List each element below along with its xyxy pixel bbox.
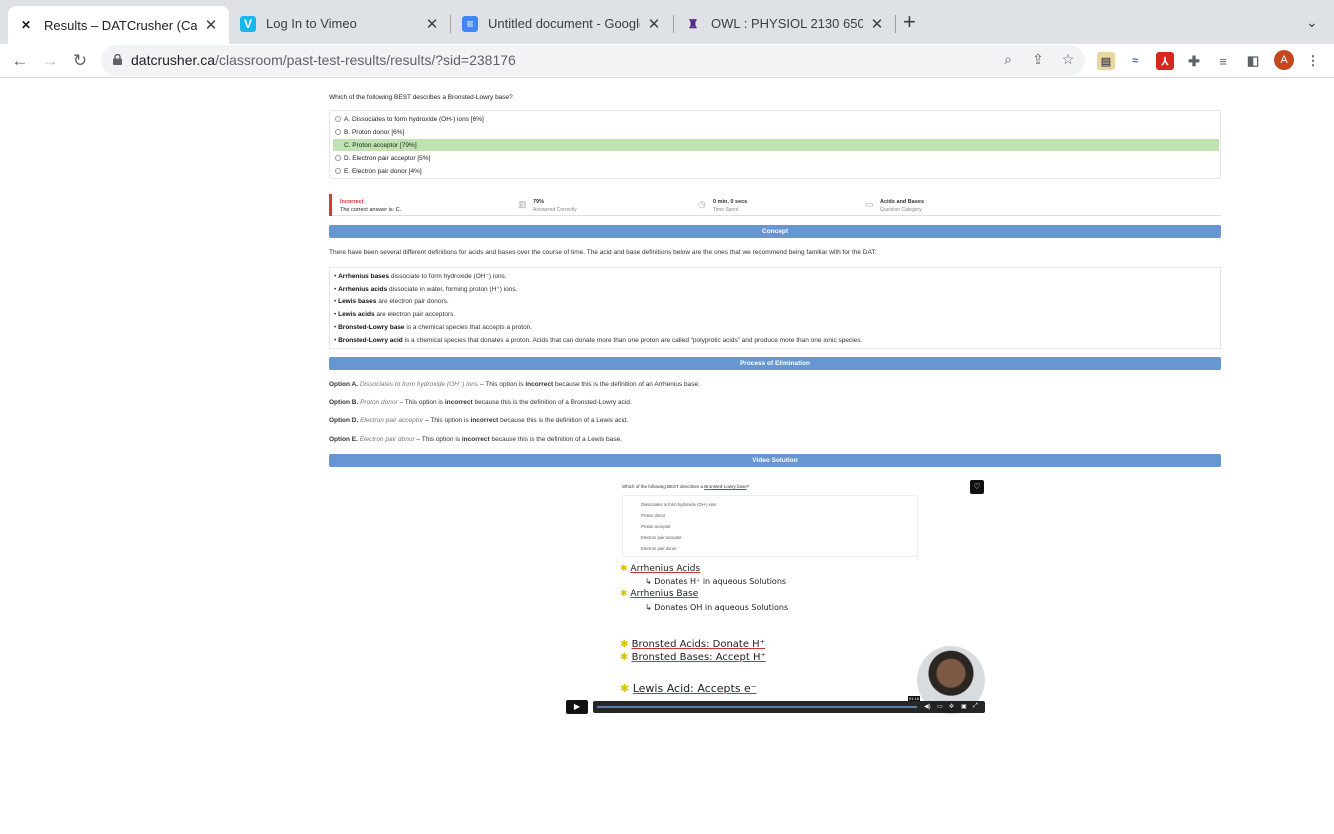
volume-icon[interactable]: ◀) <box>924 703 931 710</box>
datcrusher-icon: ✕ <box>20 18 32 32</box>
browser-toolbar: ← → ↻ datcrusher.ca/classroom/past-test-… <box>0 44 1334 78</box>
google-docs-icon: ≡ <box>462 15 478 32</box>
close-icon[interactable]: ✕ <box>203 16 219 34</box>
bar-chart-icon: ▥ <box>518 199 527 209</box>
video-controls: ▶ ◀) ▭ ✲ ▣ ⤢ <box>565 700 986 714</box>
choice-e[interactable]: E. Electron pair donor [4%] <box>333 165 1219 177</box>
extension-wave-icon[interactable]: ≈ <box>1126 52 1144 70</box>
url-text[interactable]: datcrusher.ca/classroom/past-test-result… <box>131 52 516 68</box>
close-icon[interactable]: ✕ <box>869 15 885 33</box>
elimination-option: Option A. Dissociates to form hydroxide … <box>329 381 700 388</box>
cast-icon[interactable]: ▭ <box>937 703 943 710</box>
reload-icon[interactable]: ↻ <box>68 49 92 73</box>
pip-icon[interactable]: ▣ <box>961 703 967 710</box>
calendar-icon: ▭ <box>865 199 874 209</box>
kebab-menu-icon[interactable]: ⋮ <box>1304 52 1322 70</box>
percent-stat: ▥ 79% Answered Correctly <box>518 199 577 213</box>
tab-separator <box>450 15 451 33</box>
handwritten-note: ↳ Donates OH in aqueous Solutions <box>645 603 789 612</box>
profile-avatar[interactable]: A <box>1274 50 1294 70</box>
video-option: Proton acceptor <box>641 524 671 529</box>
back-icon[interactable]: ← <box>8 49 32 73</box>
result-stats: Incorrect The correct answer is: C. ▥ 79% A… <box>329 194 1221 216</box>
radio-button[interactable] <box>335 129 341 135</box>
incorrect-indicator <box>329 194 332 216</box>
list-item: • Bronsted-Lowry base is a chemical spec… <box>334 324 533 331</box>
close-icon[interactable]: ✕ <box>424 15 440 33</box>
fullscreen-icon[interactable]: ⤢ <box>973 703 978 710</box>
side-panel-icon[interactable]: ◧ <box>1244 52 1262 70</box>
address-bar[interactable]: datcrusher.ca/classroom/past-test-result… <box>101 45 1085 76</box>
tab-separator <box>895 15 896 33</box>
concept-intro: There have been several different defini… <box>329 249 877 256</box>
forward-icon[interactable]: → <box>38 49 62 73</box>
list-item: • Arrhenius acids dissociate in water, f… <box>334 286 518 293</box>
tab-datcrusher[interactable]: ✕ Results – DATCrusher (Canadian ✕ <box>8 6 229 44</box>
share-icon[interactable]: ⇪ <box>1029 51 1047 68</box>
play-icon[interactable]: ▶ <box>566 700 588 714</box>
lock-icon <box>113 54 122 65</box>
list-item: • Lewis acids are electron pair acceptor… <box>334 311 456 318</box>
tab-google-docs[interactable]: ≡ Untitled document - Google Docs ✕ <box>452 7 672 40</box>
settings-gear-icon[interactable]: ✲ <box>949 703 954 710</box>
tab-owl[interactable]: ♜ OWL : PHYSIOL 2130 650 SU22 ✕ <box>675 7 895 40</box>
time-stat: ◷ 0 min, 0 secs Time Spent <box>698 199 748 213</box>
video-question: Which of the following BEST describes a … <box>622 484 750 489</box>
handwritten-note: ✱ Lewis Acid: Accepts e⁻ <box>620 682 757 695</box>
media-control-icon[interactable]: ≡ <box>1214 52 1232 70</box>
video-option: Electron pair donor <box>641 546 677 551</box>
video-option: Electron pair acceptor <box>641 535 682 540</box>
handwritten-note: ✱ Bronsted Bases: Accept H⁺ <box>620 652 766 663</box>
owl-icon: ♜ <box>687 16 699 31</box>
vimeo-icon: V <box>240 15 256 32</box>
elimination-option: Option B. Proton donor – This option is … <box>329 399 632 406</box>
bookmark-star-icon[interactable]: ☆ <box>1059 51 1077 68</box>
video-progress-fill <box>597 706 917 708</box>
tab-vimeo[interactable]: V Log In to Vimeo ✕ <box>230 7 450 40</box>
list-item: • Arrhenius bases dissociate to form hyd… <box>334 273 507 280</box>
radio-button[interactable] <box>335 116 341 122</box>
tab-separator <box>673 15 674 33</box>
close-icon[interactable]: ✕ <box>646 15 662 33</box>
new-tab-icon[interactable]: + <box>903 11 916 33</box>
page-content: Which of the following BEST describes a … <box>0 79 1334 834</box>
elimination-banner: Process of Elimination <box>329 357 1221 370</box>
choice-a[interactable]: A. Dissociates to form hydroxide (OH-) i… <box>333 113 1219 125</box>
question-text: Which of the following BEST describes a … <box>329 94 513 101</box>
video-options: Dissociates to form hydroxide (OH-) ions… <box>622 495 918 557</box>
video-option: Dissociates to form hydroxide (OH-) ions <box>641 502 717 507</box>
elimination-option: Option D. Electron pair acceptor – This … <box>329 417 629 424</box>
result-stat: Incorrect The correct answer is: C. <box>340 199 402 213</box>
heart-icon[interactable]: ♡ <box>970 480 984 494</box>
elimination-option: Option E. Electron pair donor – This opt… <box>329 436 622 443</box>
video-player[interactable]: Which of the following BEST describes a … <box>565 476 986 716</box>
extensions-puzzle-icon[interactable]: ✚ <box>1185 52 1203 70</box>
answer-choices: A. Dissociates to form hydroxide (OH-) i… <box>329 110 1221 179</box>
list-item: • Lewis bases are electron pair donors. <box>334 298 449 305</box>
radio-button[interactable] <box>335 155 341 161</box>
acrobat-icon[interactable]: ⅄ <box>1156 52 1174 70</box>
video-solution-banner: Video Solution <box>329 454 1221 467</box>
concept-list: • Arrhenius bases dissociate to form hyd… <box>329 267 1221 349</box>
choice-b[interactable]: B. Proton donor [6%] <box>333 126 1219 138</box>
handwritten-note: ✱ Bronsted Acids: Donate H⁺ <box>620 639 765 650</box>
choice-c[interactable]: C. Proton acceptor [79%] <box>333 139 1219 151</box>
concept-banner: Concept <box>329 225 1221 238</box>
category-stat: ▭ Acids and Bases Question Category <box>865 199 925 213</box>
video-progress-bar[interactable]: ◀) ▭ ✲ ▣ ⤢ <box>593 701 985 713</box>
zoom-icon[interactable]: ⌕ <box>999 51 1017 68</box>
list-item: • Bronsted-Lowry acid is a chemical spec… <box>334 337 863 344</box>
extension-notes-icon[interactable]: ▤ <box>1097 52 1115 70</box>
handwritten-note: ✱ Arrhenius Acids <box>620 564 701 574</box>
video-option: Proton donor <box>641 513 666 518</box>
choice-d[interactable]: D. Electron pair acceptor [5%] <box>333 152 1219 164</box>
clock-icon: ◷ <box>698 199 706 209</box>
handwritten-note: ↳ Donates H⁺ in aqueous Solutions <box>645 577 787 586</box>
chevron-down-icon[interactable]: ⌄ <box>1306 14 1318 31</box>
handwritten-note: ✱ Arrhenius Base <box>620 589 699 599</box>
tab-strip: ✕ Results – DATCrusher (Canadian ✕ V Log… <box>0 0 1334 44</box>
radio-button[interactable] <box>335 168 341 174</box>
